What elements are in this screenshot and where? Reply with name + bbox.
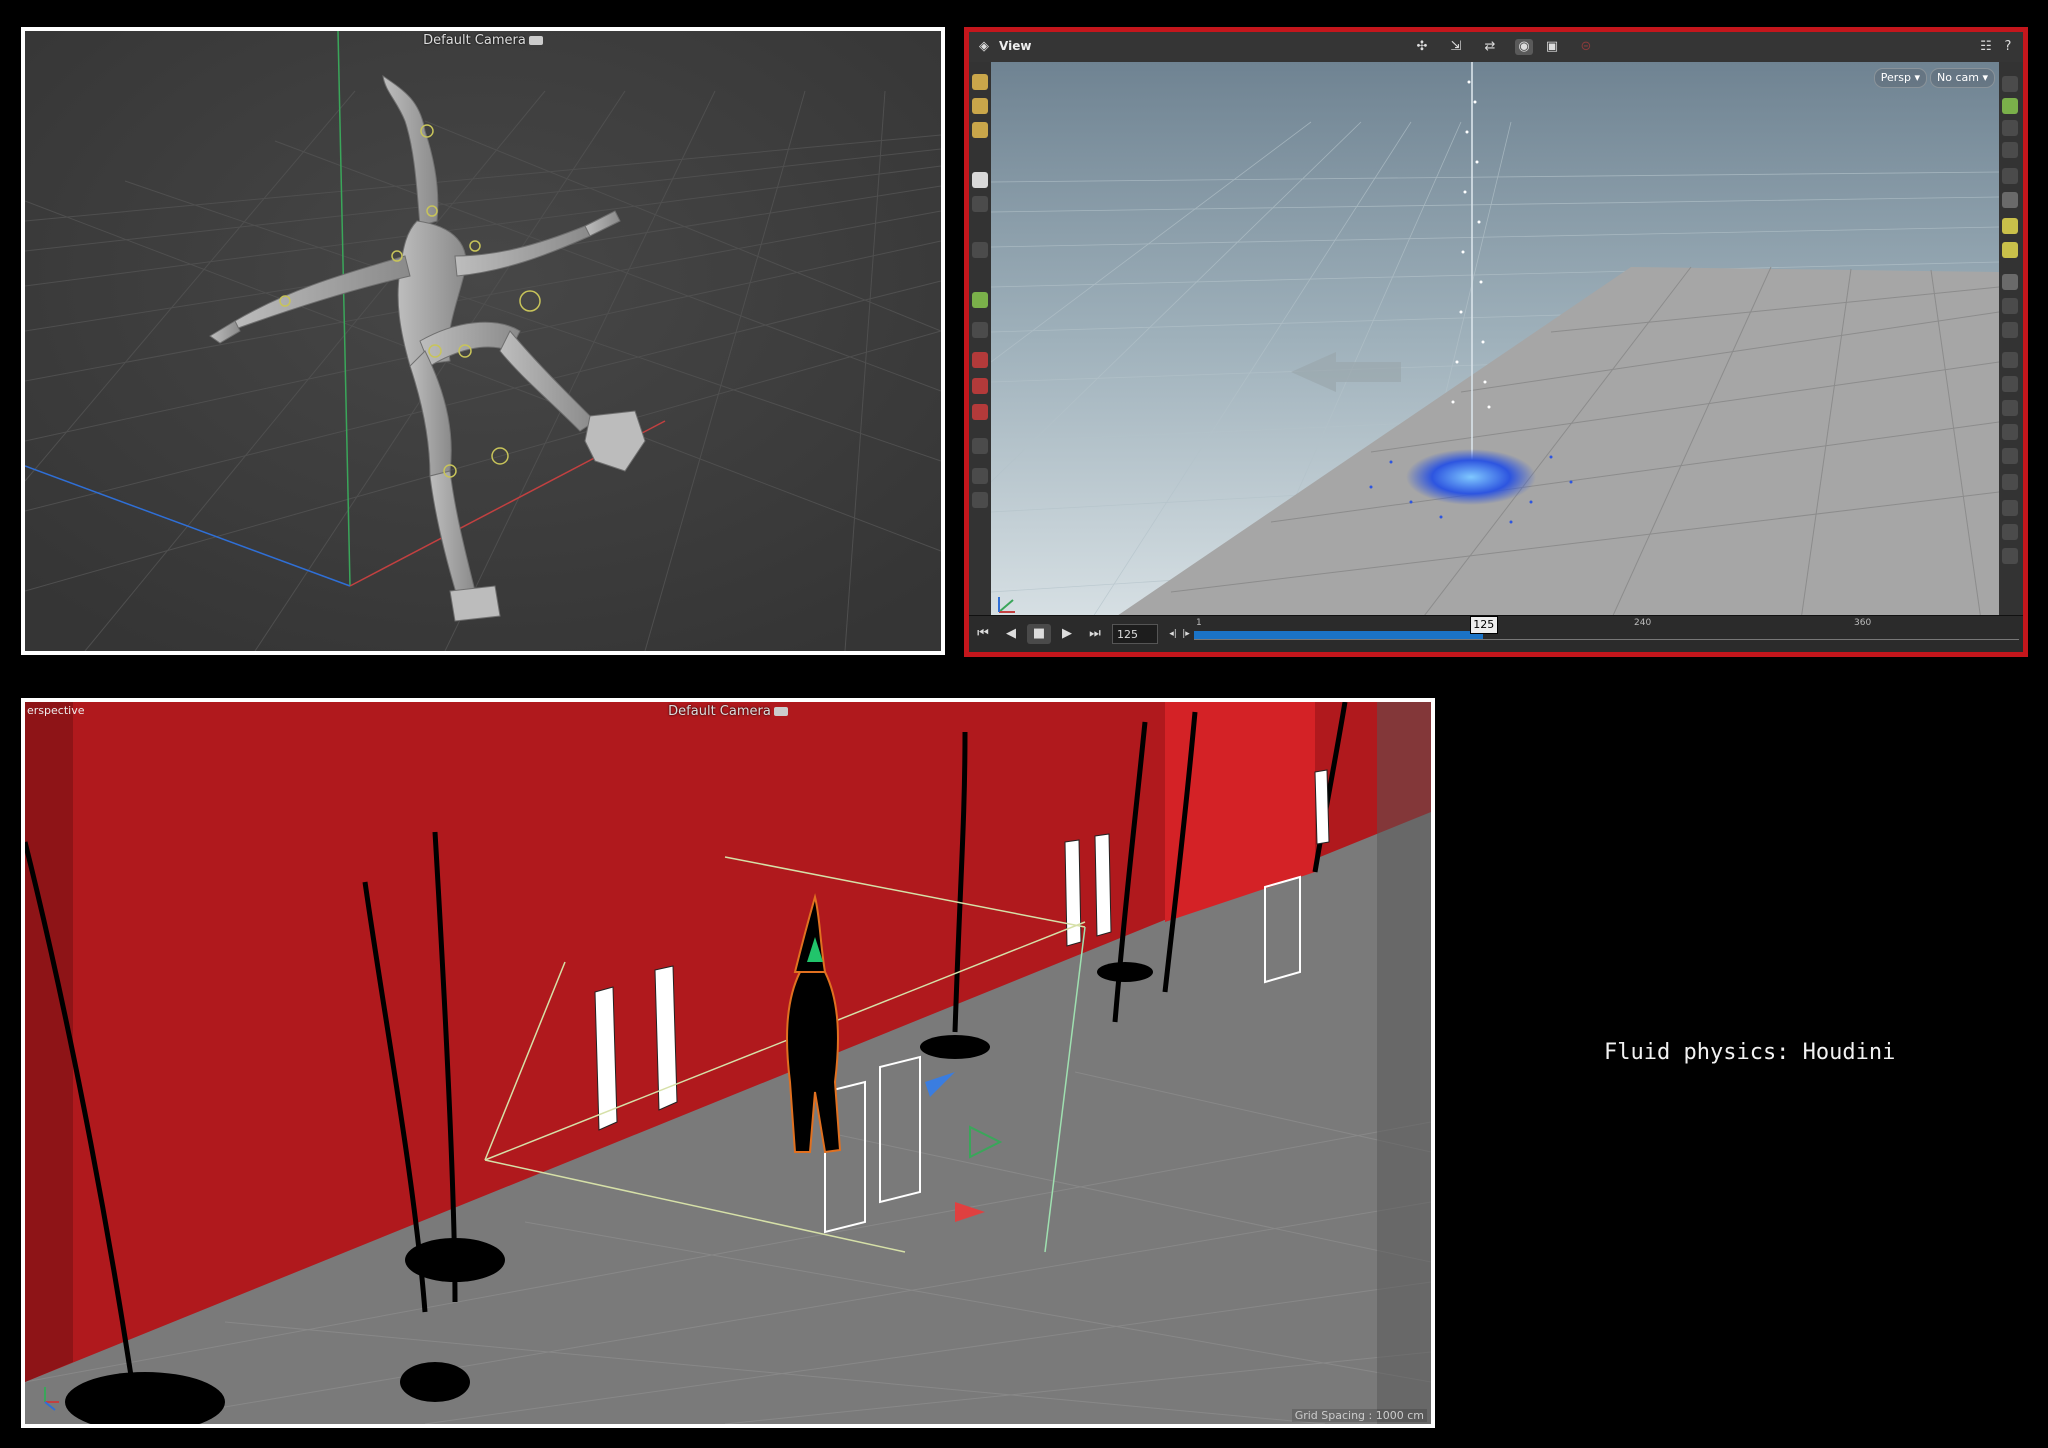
viewport-title[interactable]: View [999, 39, 1031, 53]
play-forward-button[interactable]: ▶ [1055, 624, 1079, 644]
paint-tool-icon[interactable] [972, 98, 988, 114]
right-toolbar [1999, 62, 2023, 616]
viewport-menubar: ◈ View ✣ ⇲ ⇄ ◉ ▣ ⊝ ☷ ? [969, 32, 2023, 63]
camera-persp-icon[interactable] [2002, 274, 2018, 290]
select-mode-icon[interactable]: ⇲ [1447, 39, 1465, 55]
group-tool-icon[interactable] [972, 292, 988, 308]
skip-end-button[interactable]: ⏭ [1083, 624, 1107, 644]
current-frame-field[interactable]: 125 [1112, 624, 1158, 644]
camera-label: No cam [1937, 71, 1979, 84]
dot-icon[interactable] [2002, 352, 2018, 368]
help-icon[interactable]: ? [1999, 39, 2017, 55]
camera-label-text: Default Camera [423, 33, 526, 48]
bulb-icon[interactable] [2002, 218, 2018, 234]
camera-tool-icon[interactable] [972, 438, 988, 454]
handle-tool-icon[interactable] [972, 74, 988, 90]
persp-dropdown[interactable]: Persp ▾ [1873, 68, 1927, 88]
tick-label: 1 [1196, 618, 1202, 628]
rig-camera-label: Default Camera [25, 33, 941, 48]
persp-label: Persp [1880, 71, 1911, 84]
corner-icon[interactable] [2002, 500, 2018, 516]
crop-icon[interactable] [2002, 524, 2018, 540]
brush-small-icon[interactable] [2002, 448, 2018, 464]
timeline-progress [1194, 631, 1483, 639]
eye-icon[interactable] [972, 492, 988, 508]
secure-select-icon[interactable] [972, 242, 988, 258]
render-region-icon[interactable] [972, 468, 988, 484]
normal-icon[interactable] [2002, 376, 2018, 392]
rig-viewport-canvas [25, 31, 941, 651]
snap-icon[interactable]: ✣ [1413, 39, 1431, 55]
check-icon[interactable] [2002, 548, 2018, 564]
brush-tool-icon[interactable] [972, 122, 988, 138]
stop-button[interactable]: ■ [1027, 624, 1051, 644]
ghost-icon[interactable] [2002, 98, 2018, 114]
camera-icon [528, 36, 543, 45]
transform-icon[interactable]: ⇄ [1481, 39, 1499, 55]
points-icon[interactable] [2002, 322, 2018, 338]
timeline-track[interactable]: 1 240 360 125 [1194, 616, 2019, 644]
lock-icon[interactable] [972, 196, 988, 212]
left-toolbar [969, 62, 991, 616]
magnet-icon[interactable] [972, 352, 988, 368]
snap-grid-icon[interactable] [972, 322, 988, 338]
rig-viewport-panel[interactable]: Default Camera [21, 27, 945, 655]
lock-camera-icon[interactable] [2002, 120, 2018, 136]
houdini-scene [991, 62, 1999, 616]
wall-edge [25, 702, 73, 1382]
stamp-icon[interactable] [2002, 474, 2018, 490]
frame-marker[interactable]: 125 [1469, 616, 1498, 634]
scene-canvas [25, 702, 1431, 1424]
grid-display-icon[interactable]: ▣ [1543, 39, 1561, 55]
pen-icon[interactable] [2002, 400, 2018, 416]
display-options-icon[interactable]: ☷ [1977, 39, 1995, 55]
magnet-edge-icon[interactable] [972, 404, 988, 420]
camera-label-text: Default Camera [668, 704, 771, 719]
tick-label: 240 [1634, 618, 1652, 628]
sphere-icon[interactable] [2002, 168, 2018, 184]
fluid-splash [1406, 449, 1536, 505]
record-icon[interactable]: ⊝ [1577, 39, 1595, 55]
scene-camera-label: Default Camera [25, 704, 1431, 719]
display-mode-icon[interactable]: ◉ [1515, 39, 1533, 55]
houdini-viewport-panel[interactable]: ◈ View ✣ ⇲ ⇄ ◉ ▣ ⊝ ☷ ? Persp ▾ No cam ▾ … [964, 27, 2028, 657]
magnet-point-icon[interactable] [972, 378, 988, 394]
scene-viewport-panel[interactable]: erspective Default Camera Grid Spacing :… [21, 698, 1435, 1428]
caption-text: Fluid physics: Houdini [1604, 1040, 1896, 1065]
wireframe-icon[interactable] [2002, 298, 2018, 314]
camera-dropdown[interactable]: No cam ▾ [1930, 68, 1995, 88]
timeline-rail [1194, 639, 2019, 640]
camera-icon [773, 707, 788, 716]
close-icon[interactable] [2002, 142, 2018, 158]
playback-timeline: ⏮ ◀ ■ ▶ ⏭ 125 ◂| |▸ 1 240 360 125 [969, 615, 2023, 652]
headlight-icon[interactable] [2002, 242, 2018, 258]
play-backward-button[interactable]: ◀ [999, 624, 1023, 644]
viewport-options-icon[interactable]: ◈ [975, 39, 993, 55]
select-arrow-icon[interactable] [972, 172, 988, 188]
houdini-3d-viewport[interactable]: Persp ▾ No cam ▾ [991, 62, 1999, 616]
light-icon[interactable] [2002, 192, 2018, 208]
grid-spacing-label: Grid Spacing : 1000 cm [1291, 1409, 1427, 1422]
tick-label: 360 [1854, 618, 1872, 628]
shading-icon[interactable] [2002, 76, 2018, 92]
skip-start-button[interactable]: ⏮ [971, 624, 995, 644]
number-12-icon[interactable] [2002, 424, 2018, 440]
